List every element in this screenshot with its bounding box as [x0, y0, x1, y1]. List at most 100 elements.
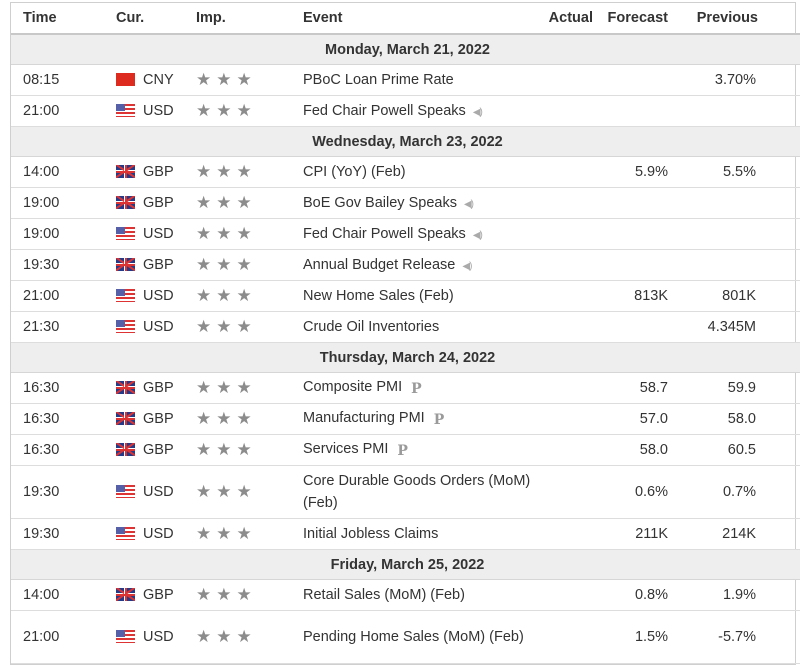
- header-row: Time Cur. Imp. Event Actual Forecast Pre…: [11, 3, 800, 35]
- event-name-cell[interactable]: Crude Oil Inventories: [303, 311, 531, 343]
- event-time: 19:30: [11, 465, 116, 519]
- event-row[interactable]: 16:30 GBP ★★★ Composite PMI P 58.7 59.9: [11, 372, 800, 404]
- flag-us-icon: [116, 527, 135, 540]
- event-forecast: 0.6%: [593, 465, 668, 519]
- event-forecast: [593, 218, 668, 250]
- event-row[interactable]: 19:30 USD ★★★ Core Durable Goods Orders …: [11, 465, 800, 519]
- event-name-cell[interactable]: Retail Sales (MoM) (Feb): [303, 579, 531, 611]
- importance-stars-icon: ★★★: [196, 585, 257, 604]
- importance-cell: ★★★: [196, 311, 303, 343]
- importance-cell: ★★★: [196, 579, 303, 611]
- event-row[interactable]: 21:00 USD ★★★ Pending Home Sales (MoM) (…: [11, 610, 800, 664]
- day-header-row: Friday, March 25, 2022: [11, 549, 800, 580]
- importance-stars-icon: ★★★: [196, 101, 257, 120]
- event-name[interactable]: Fed Chair Powell Speaks: [303, 103, 466, 119]
- event-row[interactable]: 19:00 USD ★★★ Fed Chair Powell Speaks ◀): [11, 218, 800, 250]
- event-name-cell[interactable]: BoE Gov Bailey Speaks ◀): [303, 187, 531, 219]
- event-actual: [531, 64, 593, 96]
- event-currency-cell: USD: [116, 280, 196, 312]
- event-actual: [531, 579, 593, 611]
- event-name[interactable]: Annual Budget Release: [303, 257, 455, 273]
- event-name-cell[interactable]: Composite PMI P: [303, 372, 531, 404]
- event-name[interactable]: Initial Jobless Claims: [303, 526, 438, 542]
- event-name[interactable]: Pending Home Sales (MoM) (Feb): [303, 629, 524, 645]
- event-name[interactable]: CPI (YoY) (Feb): [303, 164, 406, 180]
- event-row[interactable]: 19:30 USD ★★★ Initial Jobless Claims 211…: [11, 518, 800, 550]
- importance-stars-icon: ★★★: [196, 255, 257, 274]
- column-header-forecast[interactable]: Forecast: [593, 3, 668, 35]
- currency-code: GBP: [143, 195, 174, 211]
- currency-code: GBP: [143, 257, 174, 273]
- column-header-currency[interactable]: Cur.: [116, 3, 196, 35]
- event-row[interactable]: 14:00 GBP ★★★ Retail Sales (MoM) (Feb) 0…: [11, 579, 800, 611]
- column-header-actual[interactable]: Actual: [531, 3, 593, 35]
- event-row[interactable]: 14:00 GBP ★★★ CPI (YoY) (Feb) 5.9% 5.5%: [11, 156, 800, 188]
- event-name-cell[interactable]: PBoC Loan Prime Rate: [303, 64, 531, 96]
- event-previous: 4.345M: [668, 311, 800, 343]
- importance-stars-icon: ★★★: [196, 70, 257, 89]
- event-row[interactable]: 16:30 GBP ★★★ Services PMI P 58.0 60.5: [11, 434, 800, 466]
- column-header-time[interactable]: Time: [11, 3, 116, 35]
- preliminary-icon: P: [433, 412, 445, 428]
- event-name[interactable]: BoE Gov Bailey Speaks: [303, 195, 457, 211]
- event-name[interactable]: Composite PMI: [303, 379, 402, 395]
- event-row[interactable]: 21:00 USD ★★★ Fed Chair Powell Speaks ◀): [11, 95, 800, 127]
- event-name[interactable]: Crude Oil Inventories: [303, 319, 439, 335]
- column-header-event[interactable]: Event: [303, 3, 531, 35]
- event-currency-cell: USD: [116, 465, 196, 519]
- event-name-cell[interactable]: Fed Chair Powell Speaks ◀): [303, 95, 531, 127]
- event-name-cell[interactable]: Initial Jobless Claims: [303, 518, 531, 550]
- event-row[interactable]: 21:30 USD ★★★ Crude Oil Inventories 4.34…: [11, 311, 800, 343]
- flag-us-icon: [116, 289, 135, 302]
- event-name[interactable]: Services PMI: [303, 441, 388, 457]
- event-name-cell[interactable]: CPI (YoY) (Feb): [303, 156, 531, 188]
- event-actual: [531, 372, 593, 404]
- flag-gb-icon: [116, 196, 135, 209]
- event-name[interactable]: Fed Chair Powell Speaks: [303, 226, 466, 242]
- event-name-cell[interactable]: Manufacturing PMI P: [303, 403, 531, 435]
- importance-cell: ★★★: [196, 187, 303, 219]
- importance-cell: ★★★: [196, 434, 303, 466]
- column-header-previous[interactable]: Previous: [668, 3, 800, 35]
- event-forecast: 0.8%: [593, 579, 668, 611]
- event-time: 19:30: [11, 249, 116, 281]
- importance-cell: ★★★: [196, 280, 303, 312]
- event-actual: [531, 218, 593, 250]
- event-currency-cell: GBP: [116, 372, 196, 404]
- flag-gb-icon: [116, 412, 135, 425]
- event-name-cell[interactable]: New Home Sales (Feb): [303, 280, 531, 312]
- currency-code: USD: [143, 484, 174, 500]
- importance-stars-icon: ★★★: [196, 286, 257, 305]
- event-actual: [531, 95, 593, 127]
- day-header-row: Monday, March 21, 2022: [11, 34, 800, 65]
- event-name[interactable]: Manufacturing PMI: [303, 410, 425, 426]
- event-name[interactable]: New Home Sales (Feb): [303, 288, 454, 304]
- day-label: Thursday, March 24, 2022: [11, 342, 800, 373]
- event-name[interactable]: PBoC Loan Prime Rate: [303, 72, 454, 88]
- flag-us-icon: [116, 104, 135, 117]
- day-label: Wednesday, March 23, 2022: [11, 126, 800, 157]
- event-name-cell[interactable]: Fed Chair Powell Speaks ◀): [303, 218, 531, 250]
- event-forecast: [593, 95, 668, 127]
- importance-cell: ★★★: [196, 156, 303, 188]
- column-header-importance[interactable]: Imp.: [196, 3, 303, 35]
- event-time: 16:30: [11, 434, 116, 466]
- event-row[interactable]: 21:00 USD ★★★ New Home Sales (Feb) 813K …: [11, 280, 800, 312]
- importance-cell: ★★★: [196, 218, 303, 250]
- event-name[interactable]: Core Durable Goods Orders (MoM) (Feb): [303, 473, 530, 511]
- event-name-cell[interactable]: Core Durable Goods Orders (MoM) (Feb): [303, 465, 531, 519]
- event-name-cell[interactable]: Pending Home Sales (MoM) (Feb): [303, 610, 531, 664]
- economic-calendar: Time Cur. Imp. Event Actual Forecast Pre…: [10, 2, 800, 665]
- event-row[interactable]: 16:30 GBP ★★★ Manufacturing PMI P 57.0 58…: [11, 403, 800, 435]
- event-row[interactable]: 19:00 GBP ★★★ BoE Gov Bailey Speaks ◀): [11, 187, 800, 219]
- event-name-cell[interactable]: Annual Budget Release ◀): [303, 249, 531, 281]
- event-currency-cell: GBP: [116, 156, 196, 188]
- event-row[interactable]: 08:15 CNY ★★★ PBoC Loan Prime Rate 3.70%: [11, 64, 800, 96]
- event-actual: [531, 465, 593, 519]
- event-forecast: 1.5%: [593, 610, 668, 664]
- event-time: 19:00: [11, 187, 116, 219]
- importance-cell: ★★★: [196, 465, 303, 519]
- event-row[interactable]: 19:30 GBP ★★★ Annual Budget Release ◀): [11, 249, 800, 281]
- event-name-cell[interactable]: Services PMI P: [303, 434, 531, 466]
- event-name[interactable]: Retail Sales (MoM) (Feb): [303, 587, 465, 603]
